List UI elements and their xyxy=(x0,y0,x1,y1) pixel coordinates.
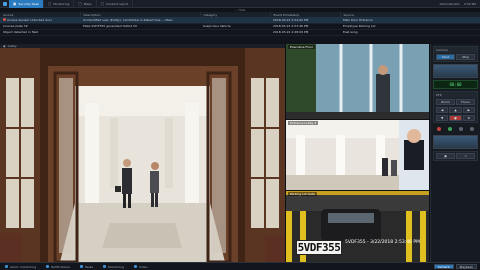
lobby-video-frame xyxy=(0,48,285,262)
taskbar: Alarm monitoring Notifications Tasks Mon… xyxy=(0,262,480,270)
tab-maps[interactable]: □ Maps xyxy=(74,0,97,8)
topbar-status: Administrator 2:54 PM xyxy=(439,2,480,6)
status-dot-icon xyxy=(436,127,441,131)
event-location: East wing xyxy=(340,29,480,36)
taskbar-item[interactable]: Alarm monitoring xyxy=(0,265,41,269)
tab-monitoring[interactable]: □ Monitoring xyxy=(44,0,75,8)
taskbar-item[interactable]: Monitoring xyxy=(98,265,129,269)
arrow-down-icon[interactable]: ▼ xyxy=(436,115,449,121)
tasks-icon xyxy=(79,265,83,268)
tab-security-desk[interactable]: ▣ Security Desk xyxy=(9,0,45,8)
zoom-button[interactable]: Zoom xyxy=(436,99,455,105)
bell-icon xyxy=(46,265,50,268)
monitor-icon: □ xyxy=(48,1,52,6)
tab-label: Incident report xyxy=(105,1,129,6)
status-dot-icon xyxy=(459,127,464,131)
camera-thumbnail[interactable] xyxy=(433,135,478,149)
arrow-right-icon[interactable]: ▶ xyxy=(462,107,475,113)
camera-tile-entrance-lobby[interactable]: Entrance Lobby 2 xyxy=(286,120,429,190)
settings-icon[interactable]: ⚙ xyxy=(462,115,475,121)
camera-tile-executive-floor[interactable]: Executive Floor xyxy=(286,44,429,119)
clock: 2:54 PM xyxy=(463,1,476,6)
camera-thumbnail[interactable] xyxy=(433,64,478,78)
camera-mode-button[interactable]: Camera xyxy=(433,264,454,269)
video-icon xyxy=(134,265,138,268)
event-source: Object detected in field xyxy=(0,29,80,36)
tab-label: Monitoring xyxy=(53,1,70,6)
ptz-controls: PTZ Zoom Focus ◀ ▲ ▶ ▼ ● ⚙ xyxy=(433,91,478,123)
snapshot-icon[interactable]: ▣ xyxy=(436,153,455,159)
status-indicators xyxy=(431,125,480,133)
tab-incident-report[interactable]: □ Incident report xyxy=(97,0,134,8)
record-icon[interactable]: ● xyxy=(449,115,462,121)
export-icon[interactable]: ↗ xyxy=(456,153,475,159)
taskbar-item[interactable]: Notifications xyxy=(41,265,75,269)
executive-floor-video-frame xyxy=(286,44,429,119)
license-plate-capture: 5VDF355 xyxy=(296,240,342,255)
arrow-up-icon[interactable]: ▲ xyxy=(449,107,462,113)
status-dot-icon xyxy=(470,127,475,131)
status-dot-icon xyxy=(447,127,452,131)
app-logo-icon xyxy=(3,1,7,6)
focus-button[interactable]: Focus xyxy=(456,99,475,105)
event-timestamp: 2018-03-22 2:48:09 PM xyxy=(270,29,340,36)
events-table: Source Description Category Event timest… xyxy=(0,12,480,36)
tile-label: Entrance Lobby 2 xyxy=(288,121,319,125)
playback-mode-button[interactable]: Playback xyxy=(455,264,477,269)
event-category xyxy=(200,29,270,36)
alert-icon xyxy=(3,18,6,22)
tab-label: Maps xyxy=(83,1,92,6)
control-panel: Camera Start Stop 00:00 PTZ Zoom Focus ◀… xyxy=(430,44,480,262)
table-row[interactable]: Object detected in field 2018-03-22 2:48… xyxy=(0,29,480,36)
timer-display: 00:00 xyxy=(433,80,478,89)
security-desk-app: ▣ Security Desk □ Monitoring □ Maps □ In… xyxy=(0,0,480,270)
main-camera-view[interactable] xyxy=(0,48,285,262)
taskbar-item[interactable]: Video xyxy=(129,265,152,269)
event-description xyxy=(80,29,200,36)
events-panel: — Hide Source Description Category Event… xyxy=(0,8,480,44)
tab-label: Security Desk xyxy=(18,1,40,6)
report-icon: □ xyxy=(100,1,104,6)
monitor-icon xyxy=(103,265,106,268)
start-button[interactable]: Start xyxy=(436,54,455,60)
plate-read-info: 5VDF355 - 3/22/2018 2:53:46 PM xyxy=(345,240,420,245)
arrow-left-icon[interactable]: ◀ xyxy=(436,107,449,113)
shield-icon: ▣ xyxy=(13,1,17,6)
map-icon: □ xyxy=(78,1,82,6)
taskbar-item[interactable]: Tasks xyxy=(75,265,98,269)
tile-label: Executive Floor xyxy=(288,45,316,49)
alarm-icon xyxy=(5,265,8,268)
user-name[interactable]: Administrator xyxy=(439,2,459,6)
stop-button[interactable]: Stop xyxy=(456,54,475,60)
entrance-lobby-video-frame xyxy=(286,120,429,190)
top-bar: ▣ Security Desk □ Monitoring □ Maps □ In… xyxy=(0,0,480,8)
tile-label: Parking Lot Gate xyxy=(288,192,317,196)
extra-controls: ▣ ↗ xyxy=(433,151,478,161)
camera-controls: Camera Start Stop xyxy=(433,46,478,62)
